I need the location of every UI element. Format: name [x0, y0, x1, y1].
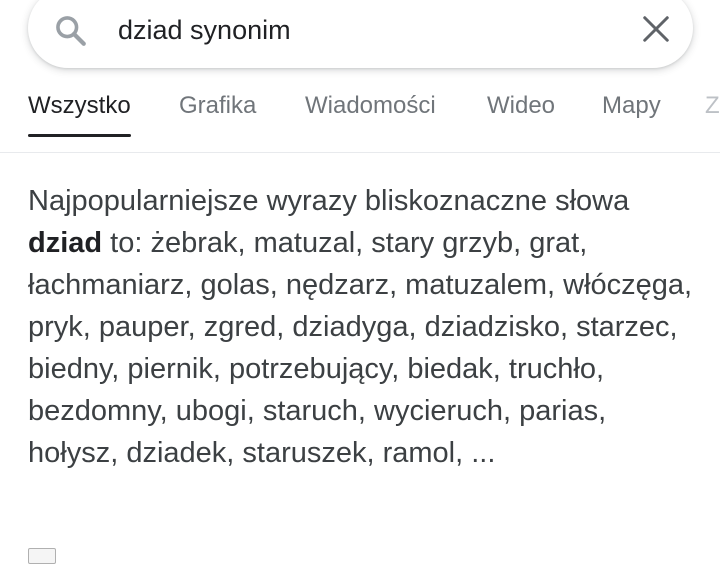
tab-label: Wszystko: [28, 92, 131, 119]
search-icon[interactable]: [53, 13, 89, 49]
tab-more[interactable]: Z: [705, 92, 720, 138]
tab-video[interactable]: Wideo: [487, 92, 555, 138]
close-icon[interactable]: [641, 14, 671, 44]
tab-label: Grafika: [179, 92, 257, 119]
active-tab-indicator: [28, 134, 131, 137]
synonyms-snippet: Najpopularniejsze wyrazy bliskoznaczne s…: [28, 180, 698, 474]
tab-bar: Wszystko Grafika Wiadomości Wideo Mapy Z: [0, 92, 720, 142]
header: Wszystko Grafika Wiadomości Wideo Mapy Z: [0, 0, 720, 153]
favicon-placeholder: [28, 548, 56, 564]
tab-maps[interactable]: Mapy: [602, 92, 661, 138]
tab-label: Wiadomości: [305, 92, 436, 119]
tab-images[interactable]: Grafika: [179, 92, 256, 138]
snippet-body: to: żebrak, matuzal, stary grzyb, grat, …: [28, 227, 693, 469]
tab-news[interactable]: Wiadomości: [305, 92, 436, 138]
search-bar[interactable]: [28, 0, 693, 68]
search-input[interactable]: [118, 10, 618, 50]
tab-label: Wideo: [487, 92, 556, 119]
tab-label: Mapy: [602, 92, 661, 119]
snippet-keyword: dziad: [28, 227, 103, 259]
tab-label: Z: [705, 92, 720, 119]
snippet-intro: Najpopularniejsze wyrazy bliskoznaczne s…: [28, 185, 630, 217]
tab-all[interactable]: Wszystko: [28, 92, 131, 138]
